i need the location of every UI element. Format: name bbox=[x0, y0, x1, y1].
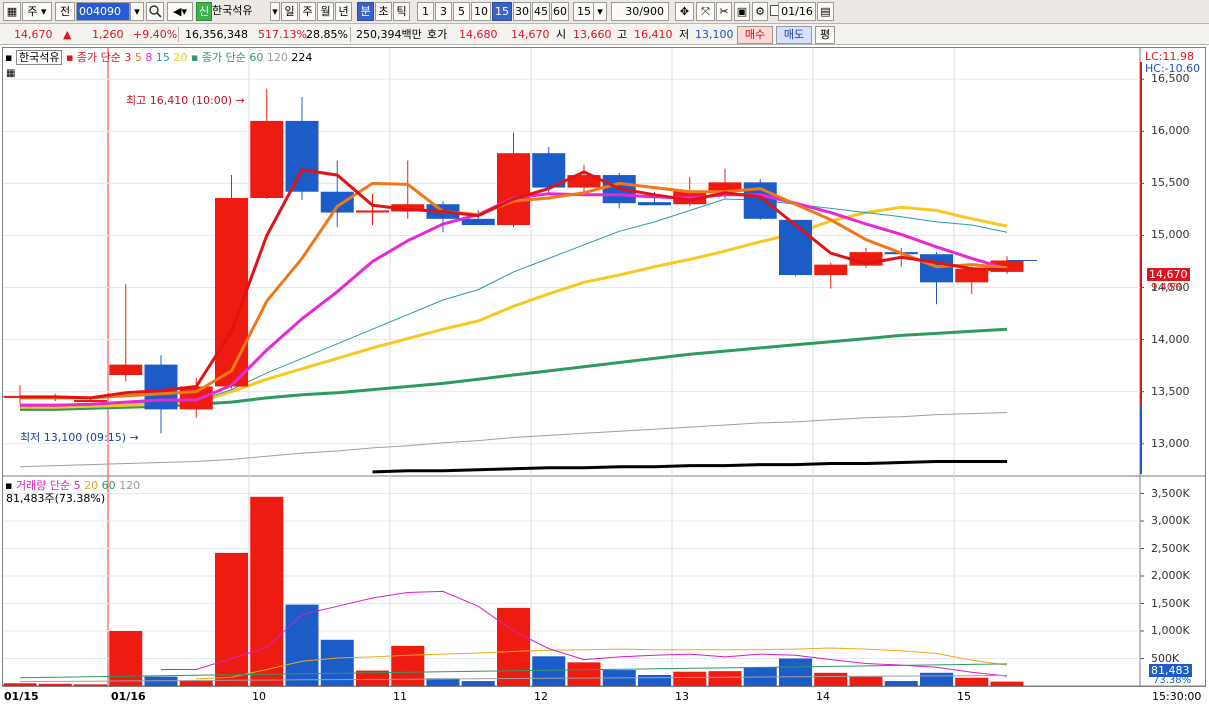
x-label-12: 12 bbox=[534, 690, 548, 703]
volume-bar bbox=[497, 607, 530, 686]
volume-bar bbox=[990, 681, 1024, 686]
arrow-right-icon: → bbox=[129, 431, 139, 444]
volume-tick-label: 3,000K bbox=[1151, 514, 1190, 527]
volume-bar bbox=[74, 684, 107, 686]
legend-stock-name: 한국석유 bbox=[15, 50, 63, 65]
legend-ma224: 224 bbox=[291, 51, 313, 64]
candle-body bbox=[109, 364, 143, 376]
legend-ma3: 3 bbox=[124, 51, 132, 64]
x-label-14: 14 bbox=[816, 690, 830, 703]
arrow-right-icon: → bbox=[235, 94, 245, 107]
candle-body bbox=[955, 268, 989, 283]
candle-body bbox=[74, 400, 107, 403]
volume-tick-label: 1,000K bbox=[1151, 624, 1190, 637]
x-label-15: 15 bbox=[957, 690, 971, 703]
candle-body bbox=[320, 191, 354, 213]
volume-tick-label: 2,000K bbox=[1151, 569, 1190, 582]
legend-ma-title: 종가 단순 bbox=[76, 51, 121, 64]
volume-bar bbox=[638, 675, 671, 686]
candle-body bbox=[814, 264, 848, 276]
rate-badge: 9.40% bbox=[1151, 282, 1183, 293]
volume-bar bbox=[250, 496, 284, 686]
x-label-date-0115: 01/15 bbox=[4, 690, 39, 703]
volume-legend: ▪ 거래량 단순 5 20 60 120 bbox=[5, 479, 140, 493]
ma120-line bbox=[19, 412, 1008, 468]
legend-ma15: 15 bbox=[155, 51, 170, 64]
volume-bar bbox=[884, 681, 918, 686]
price-tick-label: 16,000 bbox=[1151, 124, 1190, 138]
volume-bar bbox=[461, 681, 495, 686]
legend-ma8: 8 bbox=[145, 51, 153, 64]
chart-grid-icon[interactable]: ▦ bbox=[6, 67, 15, 81]
x-label-10: 10 bbox=[252, 690, 266, 703]
legend-ma-marker-icon: ▪ bbox=[65, 51, 74, 64]
candle-body bbox=[144, 364, 178, 410]
high-annotation: 최고 16,410 (10:00) → bbox=[126, 92, 245, 108]
volume-bar bbox=[109, 631, 143, 686]
volume-bar bbox=[532, 656, 566, 686]
legend-ma2-title: 종가 단순 bbox=[201, 51, 246, 64]
chart-window: ▦ 주 ▾ 전 004090 ▾ ◀▾ 신 한국석유 ▾ 일 주 월 년 분 초… bbox=[0, 0, 1209, 708]
volume-bar bbox=[215, 552, 248, 686]
volume-tick-label: 1,500K bbox=[1151, 596, 1190, 610]
volume-bar bbox=[955, 677, 989, 686]
candle-body bbox=[250, 120, 284, 198]
volume-tick-label: 3,500K bbox=[1151, 486, 1190, 500]
candle-body bbox=[920, 254, 953, 283]
legend-ma60: 60 bbox=[249, 51, 264, 64]
volume-tick-label: 2,500K bbox=[1151, 541, 1190, 555]
legend-ma120: 120 bbox=[266, 51, 288, 64]
ma224-line bbox=[372, 460, 1007, 474]
volume-bar bbox=[179, 681, 213, 686]
candle-body bbox=[179, 386, 213, 410]
price-tick-label: 16,500 bbox=[1151, 72, 1190, 86]
legend-ma2-marker-icon: ▪ bbox=[190, 51, 199, 64]
volume-bar bbox=[38, 683, 72, 686]
x-label-13: 13 bbox=[675, 690, 689, 703]
price-tick-label: 15,000 bbox=[1151, 228, 1190, 242]
volume-current: 81,483주(73.38%) bbox=[6, 492, 106, 505]
candle-body bbox=[638, 202, 671, 206]
candle-body bbox=[356, 210, 389, 213]
volume-bar bbox=[3, 683, 37, 686]
legend-vma5: 5 bbox=[73, 479, 81, 492]
high-annotation-text: 최고 16,410 (10:00) bbox=[126, 94, 233, 107]
legend-ma5: 5 bbox=[134, 51, 142, 64]
volume-bar bbox=[920, 672, 953, 686]
volume-bar bbox=[144, 676, 178, 686]
x-label-end-time: 15:30:00 bbox=[1152, 690, 1202, 703]
volume-tick-label: 500K bbox=[1151, 651, 1180, 665]
legend-vma60: 60 bbox=[101, 479, 116, 492]
candle-body bbox=[215, 197, 248, 387]
price-badge: 14,670 bbox=[1147, 268, 1190, 281]
low-annotation-text: 최저 13,100 (09:15) bbox=[20, 431, 127, 444]
candle-body bbox=[285, 120, 319, 192]
candle-body bbox=[497, 153, 530, 226]
candle-body bbox=[461, 218, 495, 226]
volume-bar bbox=[814, 672, 848, 686]
x-label-11: 11 bbox=[393, 690, 407, 703]
price-tick-label: 13,500 bbox=[1151, 384, 1190, 398]
low-annotation: 최저 13,100 (09:15) → bbox=[20, 429, 139, 445]
price-legend: ▪ 한국석유 ▪ 종가 단순 3 5 8 15 20 ▪ 종가 단순 60 12… bbox=[5, 50, 313, 65]
candle-body bbox=[779, 219, 812, 276]
legend-marker-icon: ▪ bbox=[5, 479, 13, 492]
volume-bar bbox=[708, 671, 742, 686]
x-label-date-0116: 01/16 bbox=[111, 690, 146, 703]
volume-legend-title: 거래량 단순 bbox=[15, 479, 71, 492]
volume-bar bbox=[849, 676, 883, 686]
legend-ma20: 20 bbox=[173, 51, 188, 64]
price-tick-label: 15,500 bbox=[1151, 176, 1190, 190]
price-tick-label: 13,000 bbox=[1151, 436, 1190, 450]
legend-vma120: 120 bbox=[119, 479, 141, 492]
volume-bar bbox=[673, 671, 707, 686]
legend-vma20: 20 bbox=[84, 479, 99, 492]
legend-marker-icon: ▪ bbox=[5, 51, 13, 64]
volume-bar bbox=[567, 662, 601, 686]
volume-bar bbox=[779, 658, 812, 686]
price-tick-label: 14,000 bbox=[1151, 332, 1190, 346]
volume-rate-badge: 73.38% bbox=[1153, 675, 1192, 686]
volume-bar bbox=[391, 645, 425, 686]
